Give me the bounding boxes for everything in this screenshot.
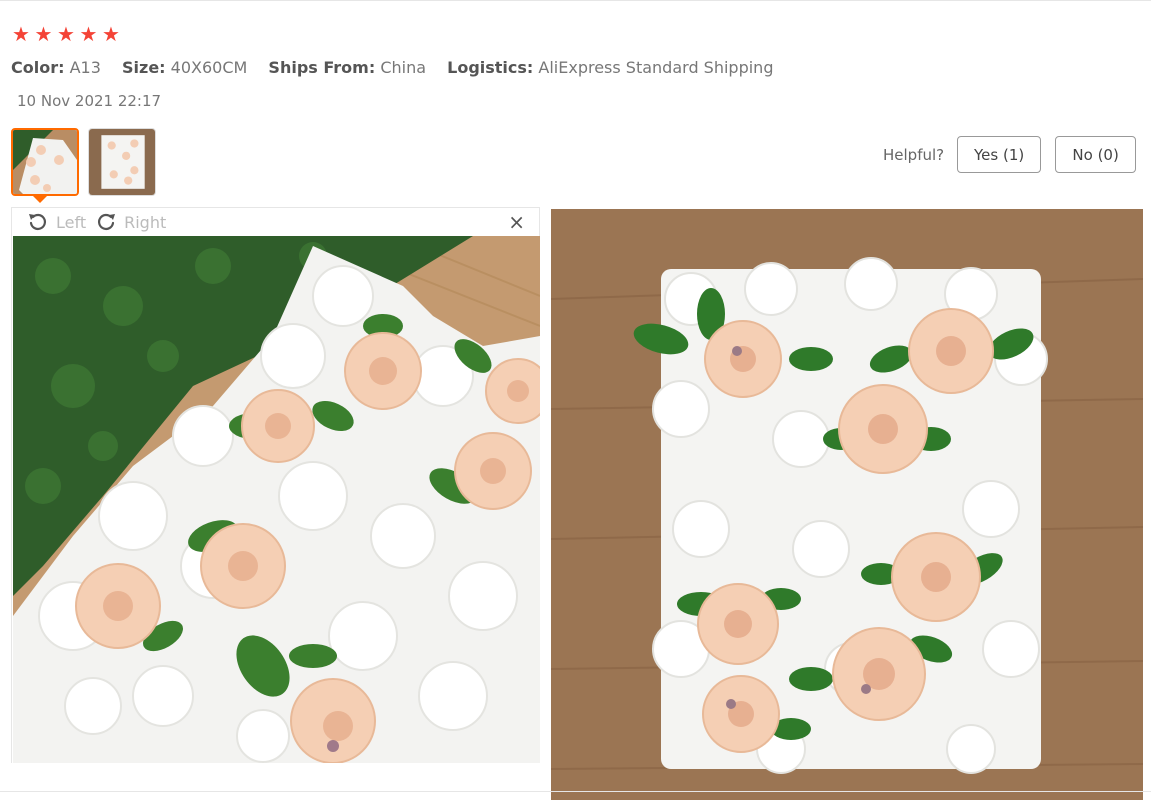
image-viewer: Left Right ×	[11, 207, 540, 763]
divider-top	[0, 0, 1151, 1]
helpful-no-button[interactable]: No (0)	[1055, 136, 1137, 173]
helpful-yes-button[interactable]: Yes (1)	[957, 136, 1042, 173]
review-photo-1	[13, 236, 540, 763]
thumbnail-1[interactable]	[11, 128, 79, 196]
star-icon: ★	[102, 22, 120, 46]
rotate-right-icon	[98, 213, 116, 230]
thumbnail-2[interactable]	[88, 128, 156, 196]
review-attributes: Color: A13 Size: 40X60CM Ships From: Chi…	[11, 57, 789, 79]
attribute-ships-from: Ships From: China	[268, 58, 427, 77]
helpful-label: Helpful?	[883, 145, 945, 164]
star-rating: ★ ★ ★ ★ ★	[12, 24, 123, 44]
rotate-right-label: Right	[124, 212, 167, 232]
rotate-left-icon	[29, 213, 46, 230]
attribute-size: Size: 40X60CM	[122, 58, 248, 77]
divider-bottom	[0, 791, 1151, 792]
helpful-vote: Helpful? Yes (1) No (0)	[883, 136, 1137, 173]
attribute-color: Color: A13	[11, 58, 101, 77]
review-photo-2	[551, 209, 1143, 800]
rotate-left-label: Left	[56, 212, 87, 232]
viewer-toolbar: Left Right ×	[12, 208, 539, 236]
thumbnail-selected-caret	[33, 196, 47, 203]
rotate-left-button[interactable]: Left	[26, 210, 86, 234]
attribute-logistics: Logistics: AliExpress Standard Shipping	[447, 58, 774, 77]
rotate-right-button[interactable]: Right	[94, 210, 166, 234]
review-date: 10 Nov 2021 22:17	[17, 92, 162, 110]
star-icon: ★	[34, 22, 53, 46]
star-icon: ★	[57, 22, 75, 46]
star-icon: ★	[12, 22, 30, 46]
star-icon: ★	[79, 22, 98, 46]
close-icon[interactable]: ×	[508, 211, 525, 233]
